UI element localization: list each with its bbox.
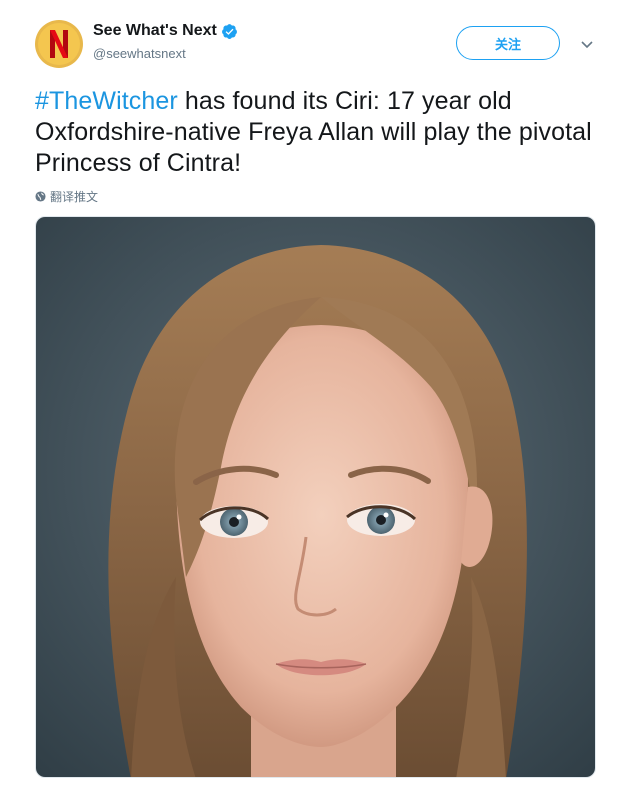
avatar[interactable] (35, 20, 83, 68)
follow-button[interactable]: 关注 (456, 26, 560, 60)
display-name[interactable]: See What's Next (93, 22, 217, 40)
verified-badge-icon (221, 23, 238, 40)
tweet-card: See What's Next @seewhatsnext 关注 #TheWit… (0, 0, 630, 785)
translate-label: 翻译推文 (50, 190, 99, 204)
hashtag-link[interactable]: #TheWitcher (35, 87, 178, 115)
translate-tweet-link[interactable]: 翻译推文 (35, 188, 98, 205)
user-handle[interactable]: @seewhatsnext (93, 46, 238, 61)
tweet-photo[interactable] (35, 216, 596, 778)
globe-icon (35, 191, 46, 202)
tweet-text: #TheWitcher has found its Ciri: 17 year … (35, 86, 605, 179)
chevron-down-icon[interactable] (578, 36, 596, 54)
user-info: See What's Next @seewhatsnext (93, 22, 238, 61)
netflix-logo-icon (38, 23, 80, 65)
